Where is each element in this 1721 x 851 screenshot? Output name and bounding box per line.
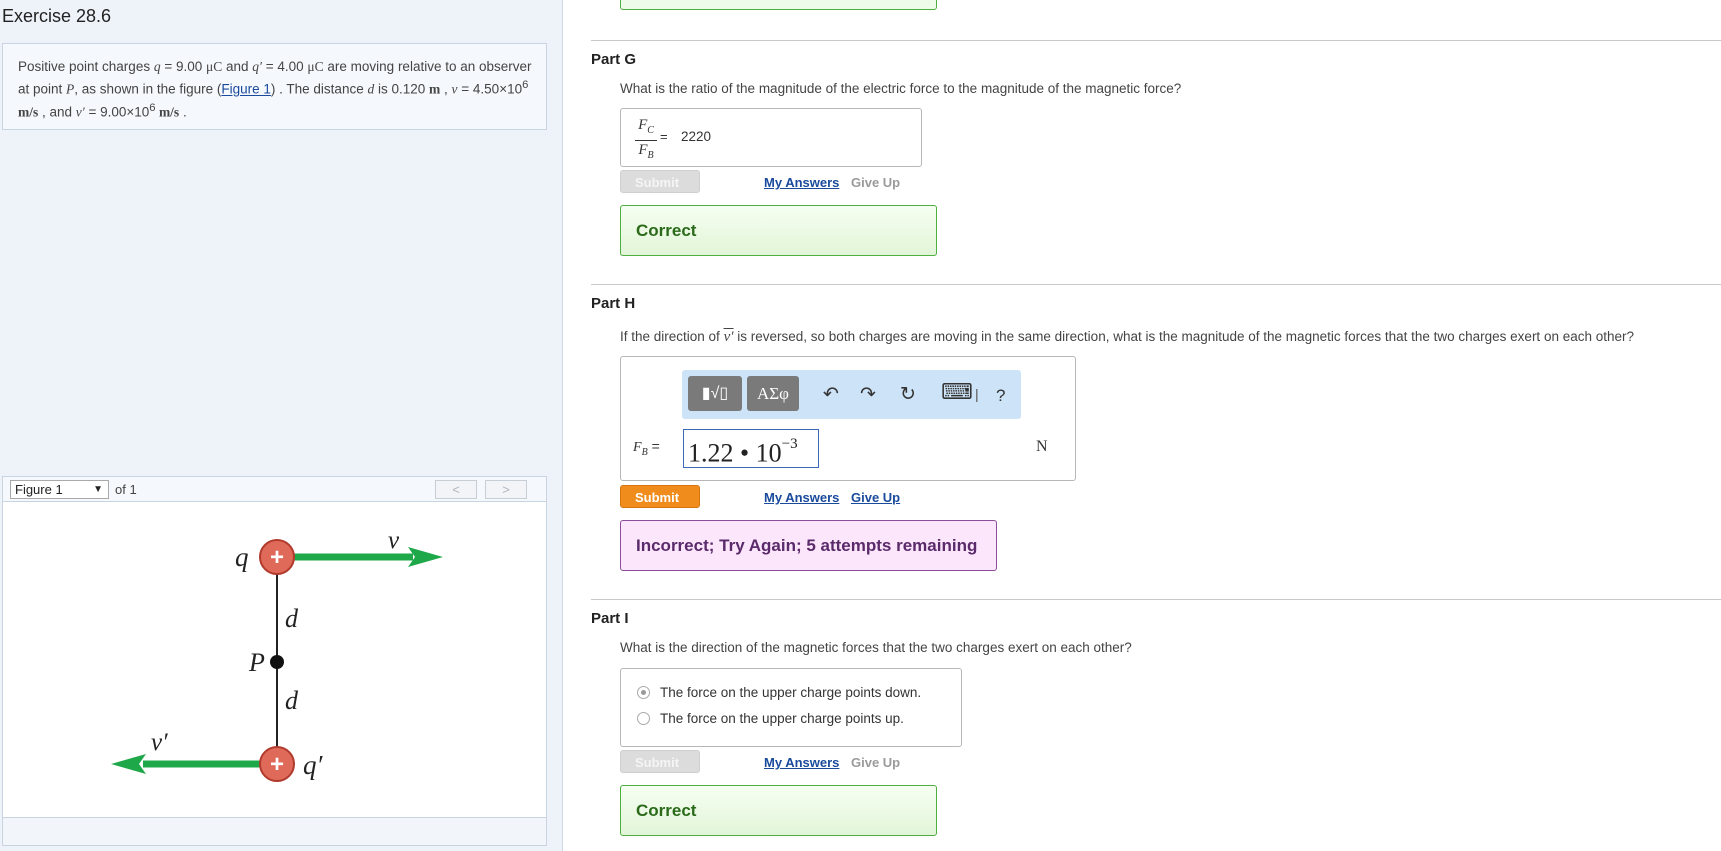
figure-link[interactable]: Figure 1 (221, 82, 271, 97)
part-i-options-box (620, 668, 962, 747)
part-g-my-answers-link[interactable]: My Answers (764, 175, 839, 190)
part-h-submit-button[interactable]: Submit (620, 485, 700, 508)
reset-icon[interactable]: ↻ (900, 383, 916, 406)
part-i-feedback: Correct (620, 785, 937, 836)
charge-qp-plus: + (270, 751, 284, 778)
redo-icon[interactable]: ↷ (860, 383, 876, 406)
part-h-give-up-link[interactable]: Give Up (851, 490, 900, 505)
part-g-give-up-link[interactable]: Give Up (851, 175, 900, 190)
figure-select[interactable]: Figure 1 ▼ (10, 480, 109, 499)
help-icon[interactable]: ? (996, 386, 1005, 406)
part-g-title: Part G (591, 51, 637, 68)
figure-navigation-bar: Figure 1 ▼ of 1 < > (2, 476, 547, 502)
prev-figure-button[interactable]: < (435, 480, 477, 499)
part-g-question: What is the ratio of the magnitude of th… (620, 81, 1182, 96)
problem-statement: Positive point charges q = 9.00 μC and q… (2, 43, 547, 130)
dropdown-caret-icon: ▼ (93, 484, 103, 495)
label-p: P (248, 648, 265, 677)
option-up-radio[interactable] (637, 712, 650, 725)
part-h-my-answers-link[interactable]: My Answers (764, 490, 839, 505)
divider (591, 599, 1721, 600)
part-h-answer-input[interactable]: 1.22 • 10−3 (683, 429, 819, 468)
label-vp: v′ (151, 729, 168, 756)
option-down-label[interactable]: The force on the upper charge points dow… (660, 685, 921, 700)
divider (591, 40, 1721, 41)
left-panel: Exercise 28.6 Positive point charges q =… (0, 0, 563, 851)
part-i-give-up-link[interactable]: Give Up (851, 755, 900, 770)
part-i-title: Part I (591, 610, 629, 627)
part-g-feedback: Correct (620, 205, 937, 256)
part-g-answer-box: FC FB = 2220 (620, 108, 922, 167)
next-figure-button[interactable]: > (485, 480, 527, 499)
velocity-vp-arrow-head (111, 754, 146, 774)
part-g-fraction: FC FB (635, 116, 657, 165)
part-h-question: If the direction of v′ is reversed, so b… (620, 329, 1635, 345)
templates-button[interactable]: ▮√▯ (688, 376, 742, 411)
option-down-radio[interactable] (637, 686, 650, 699)
label-d-top: d (285, 604, 299, 633)
figure-count: of 1 (115, 482, 137, 497)
part-h-unit: N (1036, 438, 1048, 455)
part-g-answer-value: 2220 (681, 129, 712, 144)
part-h-answer-label: FB = (633, 438, 660, 458)
figure-diagram: + + q v d P d v′ q′ (111, 527, 443, 782)
figure-canvas: + + q v d P d v′ q′ (2, 502, 547, 818)
option-up-label[interactable]: The force on the upper charge points up. (660, 711, 904, 726)
label-d-bottom: d (285, 686, 299, 715)
figure-footer (2, 818, 547, 846)
part-h-feedback: Incorrect; Try Again; 5 attempts remaini… (620, 520, 997, 571)
toolbar-separator: | (975, 386, 979, 402)
part-i-question: What is the direction of the magnetic fo… (620, 640, 1132, 655)
divider (591, 284, 1721, 285)
charge-q-plus: + (270, 544, 284, 571)
label-q: q (235, 542, 249, 572)
previous-feedback-box (620, 0, 937, 10)
undo-icon[interactable]: ↶ (823, 383, 839, 406)
label-v: v (388, 527, 400, 554)
velocity-v-arrow-head (408, 547, 443, 567)
point-p (270, 655, 284, 669)
label-qp: q′ (303, 750, 324, 780)
keyboard-icon[interactable]: ⌨ (941, 379, 973, 405)
part-i-submit-button[interactable]: Submit (620, 750, 700, 773)
part-g-submit-button[interactable]: Submit (620, 170, 700, 193)
part-h-title: Part H (591, 295, 636, 312)
exercise-title: Exercise 28.6 (2, 6, 112, 26)
math-toolbar: ▮√▯ ΑΣφ ↶ ↷ ↻ ⌨ | ? (682, 370, 1021, 419)
greek-symbols-button[interactable]: ΑΣφ (747, 376, 799, 411)
part-i-my-answers-link[interactable]: My Answers (764, 755, 839, 770)
